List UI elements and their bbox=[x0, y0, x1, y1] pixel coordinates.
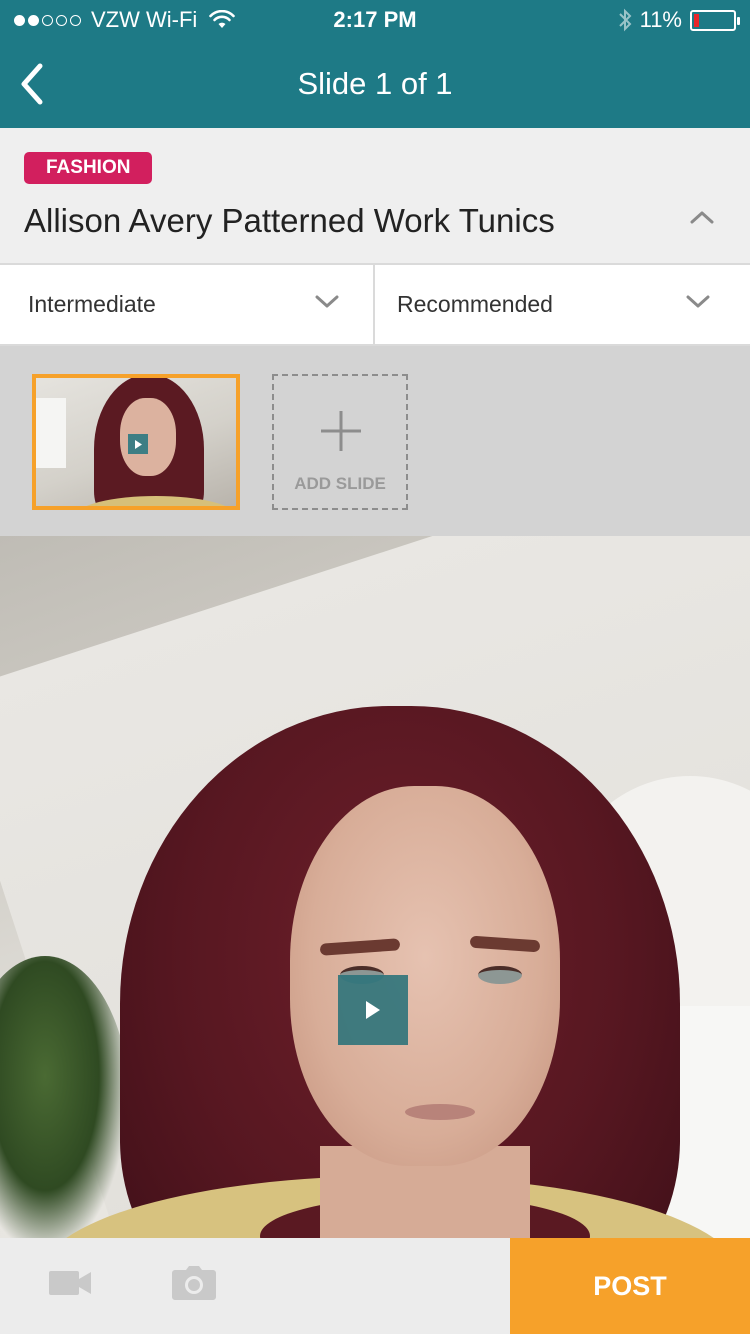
camera-icon bbox=[172, 1266, 216, 1300]
lips bbox=[405, 1104, 475, 1120]
bottom-toolbar: POST bbox=[0, 1238, 750, 1334]
sort-value: Recommended bbox=[397, 291, 553, 317]
play-icon bbox=[366, 1001, 380, 1019]
add-slide-label: ADD SLIDE bbox=[294, 474, 386, 493]
level-value: Intermediate bbox=[28, 291, 156, 317]
app-header: VZW Wi-Fi 2:17 PM 11% Slide 1 of 1 bbox=[0, 0, 750, 128]
filter-row: Intermediate Recommended bbox=[0, 265, 750, 346]
add-slide-button[interactable]: ADD SLIDE bbox=[272, 374, 408, 510]
level-dropdown[interactable]: Intermediate bbox=[0, 265, 375, 344]
battery-icon bbox=[690, 9, 740, 31]
category-badge[interactable]: FASHION bbox=[24, 152, 153, 184]
play-icon bbox=[128, 434, 148, 454]
bluetooth-icon bbox=[618, 8, 632, 32]
chevron-down-icon bbox=[686, 295, 710, 308]
status-right: 11% bbox=[618, 7, 740, 33]
collapse-button[interactable] bbox=[690, 210, 714, 229]
take-photo-button[interactable] bbox=[172, 1266, 216, 1305]
battery-level bbox=[694, 13, 699, 27]
page-title: Slide 1 of 1 bbox=[297, 66, 453, 101]
sort-dropdown[interactable]: Recommended bbox=[375, 265, 750, 344]
slides-strip: ADD SLIDE bbox=[0, 346, 750, 536]
record-video-button[interactable] bbox=[48, 1268, 92, 1303]
chevron-up-icon bbox=[690, 211, 714, 224]
video-preview[interactable] bbox=[0, 536, 750, 1238]
slide-thumbnail[interactable] bbox=[32, 374, 240, 510]
status-bar: VZW Wi-Fi 2:17 PM 11% bbox=[0, 0, 750, 40]
plus-icon bbox=[321, 411, 361, 451]
post-title[interactable]: Allison Avery Patterned Work Tunics bbox=[24, 202, 555, 240]
thumbnail-window bbox=[36, 398, 66, 468]
right-eye bbox=[478, 966, 522, 984]
video-camera-icon bbox=[49, 1271, 91, 1295]
play-button[interactable] bbox=[338, 975, 408, 1045]
battery-percent: 11% bbox=[639, 7, 682, 32]
chevron-down-icon bbox=[315, 295, 339, 308]
post-button[interactable]: POST bbox=[510, 1238, 750, 1334]
post-header: FASHION Allison Avery Patterned Work Tun… bbox=[0, 128, 750, 265]
